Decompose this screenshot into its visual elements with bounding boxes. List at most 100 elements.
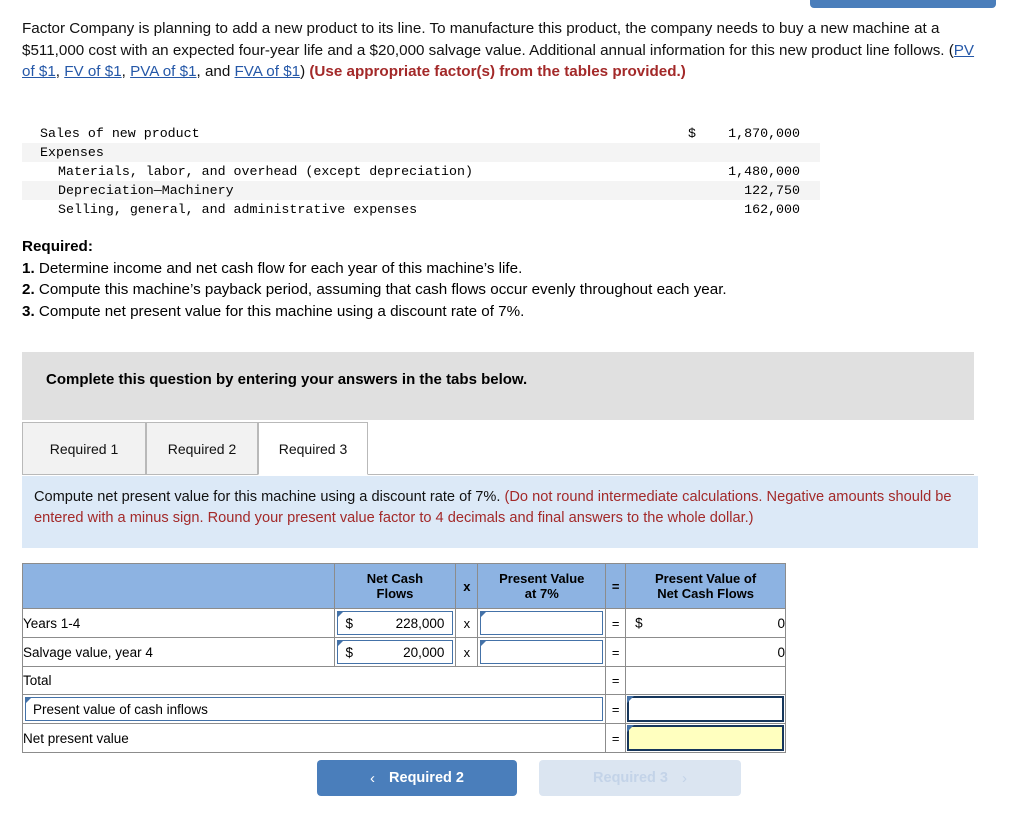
dollar-sign: $ xyxy=(345,616,354,631)
fin-amount: 122,750 xyxy=(610,181,820,200)
fva-of-1-link[interactable]: FVA of $1 xyxy=(235,63,301,80)
fin-label: Depreciation—Machinery xyxy=(58,183,234,198)
pva-of-1-link[interactable]: PVA of $1 xyxy=(130,63,196,80)
fin-label: Selling, general, and administrative exp… xyxy=(58,202,418,217)
table-row: Present value of cash inflows = xyxy=(21,694,786,724)
table-header-row: Net Cash Flows x Present Value at 7% = P… xyxy=(22,563,786,609)
tab-required-1[interactable]: Required 1 xyxy=(22,422,146,475)
fin-label: Expenses xyxy=(40,145,104,160)
total-result-cell xyxy=(625,666,786,695)
intro-sep-2: , xyxy=(121,63,131,80)
header-net-cash-flows: Net Cash Flows xyxy=(333,563,457,609)
row-label-net-present-value: Net present value xyxy=(21,723,607,753)
header-multiply: x xyxy=(455,563,479,609)
fv-of-1-link[interactable]: FV of $1 xyxy=(64,63,121,80)
row-label-total: Total xyxy=(21,666,607,695)
table-row: Selling, general, and administrative exp… xyxy=(22,200,820,219)
previous-requirement-button[interactable]: ‹ Required 2 xyxy=(317,760,517,796)
intro-sep-1: , xyxy=(55,63,65,80)
equals-operator: = xyxy=(605,637,627,667)
result-cell-salvage: 0 xyxy=(625,637,786,667)
fin-label: Materials, labor, and overhead (except d… xyxy=(58,164,473,179)
problem-text-part2: ) xyxy=(300,63,310,80)
header-present-value: Present Value at 7% xyxy=(477,563,607,609)
header-ncf-line2: Flows xyxy=(376,586,414,601)
tab-bottom-rule xyxy=(368,474,974,475)
net-cash-flow-value-years-1-4: 228,000 xyxy=(395,616,445,631)
instruction-black-text: Compute net present value for this machi… xyxy=(34,489,505,505)
required-item-3-number: 3. xyxy=(22,302,35,320)
table-row: Salvage value, year 4 $20,000 x = 0 xyxy=(22,637,786,667)
next-requirement-button[interactable]: Required 3 › xyxy=(539,760,741,796)
problem-statement: Factor Company is planning to add a new … xyxy=(22,18,980,83)
exercise-page: Factor Company is planning to add a new … xyxy=(0,0,1024,825)
header-res-line1: Present Value of xyxy=(655,571,757,586)
header-res-line2: Net Cash Flows xyxy=(657,586,754,601)
required-item-1-number: 1. xyxy=(22,259,35,277)
equals-operator: = xyxy=(605,694,627,724)
net-cash-flow-input-years-1-4[interactable]: $228,000 xyxy=(336,611,454,635)
requirement-instruction-panel: Compute net present value for this machi… xyxy=(22,476,978,548)
pv-inflows-value-input[interactable] xyxy=(627,696,784,722)
header-description xyxy=(22,563,335,609)
fin-amount: 1,480,000 xyxy=(610,162,820,181)
fin-value: 1,870,000 xyxy=(728,126,800,141)
equals-operator: = xyxy=(605,666,627,695)
fin-value: 162,000 xyxy=(744,202,800,217)
requirement-tabs: Required 1 Required 2 Required 3 xyxy=(22,422,974,476)
pv-inflows-label-input[interactable]: Present value of cash inflows xyxy=(25,697,604,721)
result-value-years-1-4: 0 xyxy=(777,615,785,631)
net-present-value-input[interactable] xyxy=(627,725,784,751)
present-value-cell-years-1-4 xyxy=(477,608,607,638)
top-action-button[interactable] xyxy=(810,0,996,8)
equals-operator: = xyxy=(605,723,627,753)
chevron-right-icon: › xyxy=(681,769,687,787)
table-row: Total = xyxy=(21,666,786,695)
npv-answer-table: Net Cash Flows x Present Value at 7% = P… xyxy=(21,563,786,753)
table-row: Sales of new product $1,870,000 xyxy=(22,124,820,143)
fin-amount xyxy=(610,143,820,162)
header-ncf-line1: Net Cash xyxy=(366,571,424,586)
multiply-operator: x xyxy=(455,608,479,638)
complete-question-bar: Complete this question by entering your … xyxy=(22,352,974,420)
fin-value: 1,480,000 xyxy=(728,164,800,179)
required-item-2-number: 2. xyxy=(22,281,35,298)
net-cash-flow-input-salvage[interactable]: $20,000 xyxy=(336,640,454,664)
required-item-3: 3. Compute net present value for this ma… xyxy=(22,301,982,323)
table-row: Depreciation—Machinery 122,750 xyxy=(22,181,820,200)
problem-text-part1: Factor Company is planning to add a new … xyxy=(22,20,954,59)
fin-dollar-sign: $ xyxy=(688,126,696,141)
required-item-3-text: Compute net present value for this machi… xyxy=(34,302,525,320)
dollar-sign: $ xyxy=(345,645,354,660)
annual-financial-table: Sales of new product $1,870,000 Expenses… xyxy=(22,124,820,219)
row-label-years-1-4: Years 1-4 xyxy=(22,608,335,638)
present-value-factor-input-salvage[interactable] xyxy=(480,640,604,664)
required-item-1: 1. Determine income and net cash flow fo… xyxy=(22,258,982,280)
required-section: Required: 1. Determine income and net ca… xyxy=(22,236,982,322)
required-item-1-text: Determine income and net cash flow for e… xyxy=(34,259,523,277)
header-pv-line2: at 7% xyxy=(524,586,559,601)
complete-question-text: Complete this question by entering your … xyxy=(46,371,528,388)
next-requirement-label: Required 3 xyxy=(593,770,668,786)
dollar-sign: $ xyxy=(635,615,643,631)
instruction-text: Compute net present value for this machi… xyxy=(34,487,978,529)
result-cell-years-1-4: $0 xyxy=(625,608,786,638)
row-label-salvage-value: Salvage value, year 4 xyxy=(22,637,335,667)
multiply-operator: x xyxy=(455,637,479,667)
fin-amount: $1,870,000 xyxy=(610,124,820,143)
pv-inflows-label-cell: Present value of cash inflows xyxy=(21,694,607,724)
present-value-cell-salvage xyxy=(477,637,607,667)
table-row: Net present value = xyxy=(21,723,786,753)
required-heading: Required: xyxy=(22,238,93,255)
present-value-factor-input-years-1-4[interactable] xyxy=(480,611,604,635)
pv-inflows-value-cell xyxy=(625,694,786,724)
header-pv-line1: Present Value xyxy=(499,571,585,586)
tab-required-3[interactable]: Required 3 xyxy=(258,422,368,475)
fin-label: Sales of new product xyxy=(40,126,200,141)
chevron-left-icon: ‹ xyxy=(370,769,376,787)
equals-operator: = xyxy=(605,608,627,638)
use-factors-note: (Use appropriate factor(s) from the tabl… xyxy=(309,63,686,80)
tab-required-2[interactable]: Required 2 xyxy=(146,422,258,475)
previous-requirement-label: Required 2 xyxy=(389,770,464,786)
header-pv-of-net-cash-flows: Present Value of Net Cash Flows xyxy=(625,563,786,609)
